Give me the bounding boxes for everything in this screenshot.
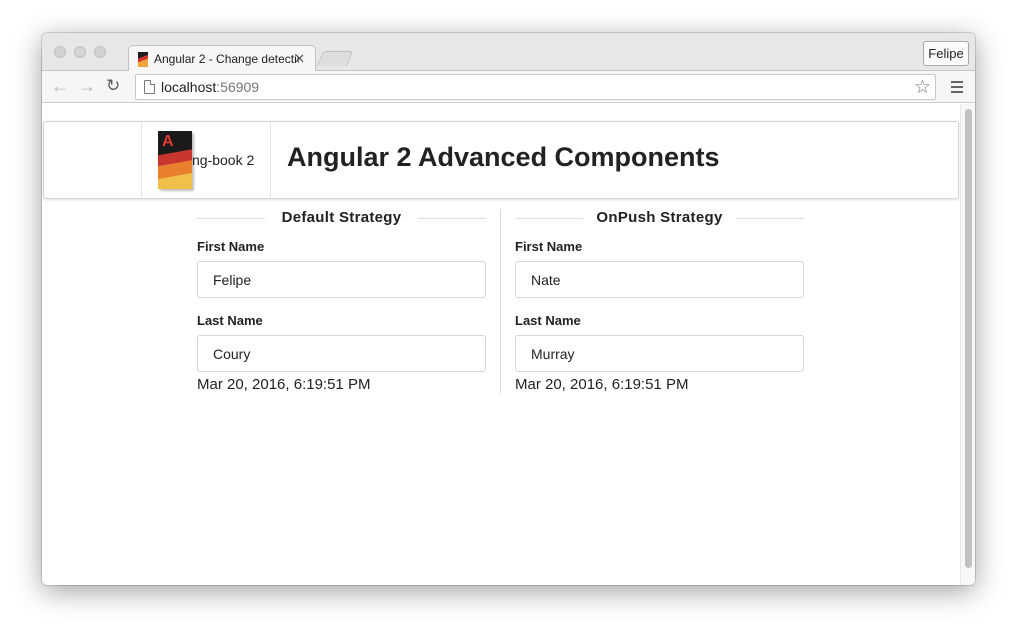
reload-icon[interactable]: ↻ <box>106 76 120 96</box>
minimize-window-button[interactable] <box>74 46 86 58</box>
first-name-label: First Name <box>515 239 583 254</box>
default-strategy-heading: Default Strategy <box>197 209 486 229</box>
timestamp: Mar 20, 2016, 6:19:51 PM <box>515 376 689 393</box>
close-window-button[interactable] <box>54 46 66 58</box>
browser-window: Angular 2 - Change detection ✕ Felipe ← … <box>42 33 975 585</box>
forward-arrow-icon[interactable]: → <box>78 76 96 97</box>
browser-tab[interactable]: Angular 2 - Change detection ✕ <box>128 45 316 72</box>
onpush-strategy-heading: OnPush Strategy <box>515 209 804 229</box>
last-name-input[interactable]: Murray <box>515 335 804 372</box>
page-title: Angular 2 Advanced Components <box>287 142 720 172</box>
tab-close-icon[interactable]: ✕ <box>294 51 305 67</box>
column-divider <box>500 209 501 393</box>
first-name-input[interactable]: Nate <box>515 261 804 298</box>
new-tab-button[interactable] <box>316 51 354 66</box>
hamburger-menu-icon[interactable] <box>951 81 963 96</box>
page-icon <box>144 80 155 94</box>
app-header: A ng-book 2 Angular 2 Advanced Component… <box>43 121 959 199</box>
tab-favicon-icon <box>138 51 148 67</box>
brand[interactable]: A ng-book 2 <box>141 122 271 199</box>
back-arrow-icon[interactable]: ← <box>51 76 69 97</box>
zoom-window-button[interactable] <box>94 46 106 58</box>
profile-button[interactable]: Felipe <box>923 41 969 66</box>
default-strategy-panel: Default Strategy First Name Felipe Last … <box>197 209 486 393</box>
first-name-label: First Name <box>197 239 265 254</box>
book-cover-icon: A <box>158 131 192 189</box>
brand-name: ng-book 2 <box>192 152 255 168</box>
last-name-label: Last Name <box>197 313 263 328</box>
bookmark-star-icon[interactable]: ☆ <box>914 76 931 99</box>
scrollbar-thumb[interactable] <box>965 109 972 568</box>
browser-toolbar: ← → ↻ localhost:56909 ☆ <box>42 71 975 103</box>
tab-title: Angular 2 - Change detection <box>154 52 299 66</box>
timestamp: Mar 20, 2016, 6:19:51 PM <box>197 376 371 393</box>
first-name-input[interactable]: Felipe <box>197 261 486 298</box>
last-name-input[interactable]: Coury <box>197 335 486 372</box>
onpush-strategy-panel: OnPush Strategy First Name Nate Last Nam… <box>515 209 804 393</box>
url-text: localhost:56909 <box>161 79 260 95</box>
last-name-label: Last Name <box>515 313 581 328</box>
title-bar: Angular 2 - Change detection ✕ Felipe <box>42 33 975 72</box>
address-bar[interactable]: localhost:56909 ☆ <box>135 74 936 100</box>
vertical-scrollbar[interactable] <box>960 104 975 585</box>
page-viewport: A ng-book 2 Angular 2 Advanced Component… <box>42 104 975 585</box>
